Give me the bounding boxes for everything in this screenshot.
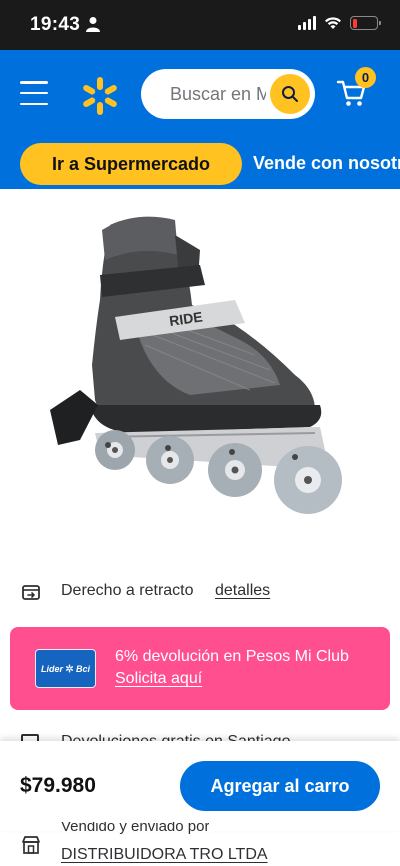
card-brand-right: Bci: [76, 663, 91, 674]
search-placeholder: Buscar en M: [170, 84, 266, 104]
product-image[interactable]: RIDE: [40, 205, 360, 530]
search-icon: [282, 86, 298, 102]
return-details-link[interactable]: detalles: [215, 582, 270, 600]
search-input[interactable]: Buscar en M: [141, 69, 315, 119]
app-header: Buscar en M 0: [0, 50, 400, 139]
sell-with-us-link[interactable]: Vende con nosotr: [253, 153, 400, 174]
hamburger-menu-icon[interactable]: [20, 81, 48, 105]
promo-apply-link[interactable]: Solicita aquí: [115, 670, 202, 688]
status-indicators: [298, 16, 381, 30]
seller-name-link[interactable]: DISTRIBUIDORA TRO LTDA: [61, 846, 268, 864]
status-bar: 19:43: [0, 0, 400, 50]
card-brand-left: Lider: [40, 663, 63, 674]
sticky-buy-bar: $79.980 Agregar al carro: [0, 741, 400, 831]
status-time: 19:43: [30, 14, 81, 35]
supermarket-button[interactable]: Ir a Supermercado: [20, 143, 242, 185]
person-icon: [86, 17, 100, 32]
store-icon: [22, 836, 40, 854]
promo-banner[interactable]: Lider Bci 6% devolución en Pesos Mi Club…: [10, 627, 390, 710]
walmart-spark-logo[interactable]: [80, 76, 120, 116]
cart-count-badge[interactable]: 0: [355, 67, 376, 88]
add-to-cart-button[interactable]: Agregar al carro: [180, 761, 380, 811]
seller-label: Vendido y enviado por: [61, 822, 210, 835]
battery-icon: [350, 16, 381, 30]
return-box-icon: [22, 585, 40, 600]
quick-links-bar: Ir a Supermercado Vende con nosotr: [0, 139, 400, 189]
wifi-icon: [325, 17, 341, 29]
card-star-icon: [65, 664, 74, 673]
product-price: $79.980: [20, 774, 96, 797]
promo-title: 6% devolución en Pesos Mi Club: [115, 648, 349, 665]
return-policy-text: Derecho a retracto: [61, 582, 194, 599]
search-button[interactable]: [270, 74, 310, 114]
return-policy-row: Derecho a retracto detalles: [0, 578, 400, 608]
lider-bci-card-image: Lider Bci: [35, 649, 96, 688]
cellular-signal-icon: [298, 16, 316, 30]
